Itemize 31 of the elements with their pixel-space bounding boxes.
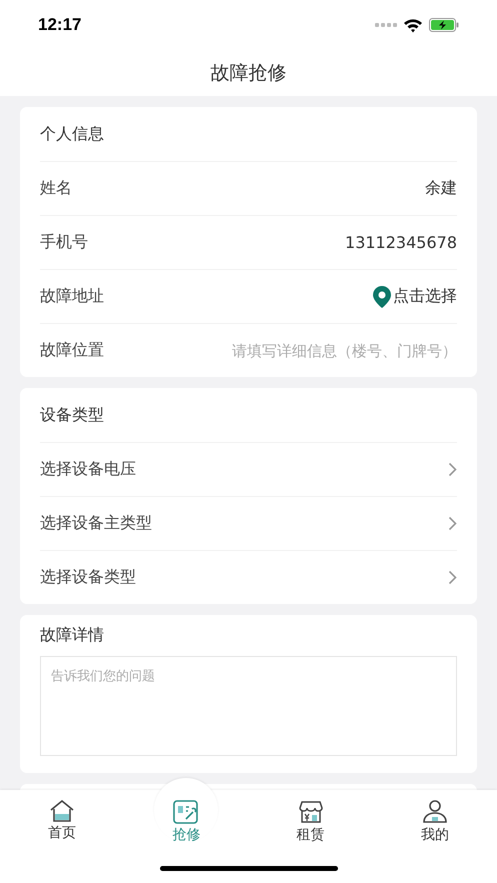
tab[interactable]: 我的 — [372, 790, 497, 866]
chevron-right-icon — [448, 570, 457, 585]
tab[interactable]: 首页 — [0, 790, 124, 866]
shop-icon — [298, 800, 324, 824]
text-area[interactable]: 告诉我们您的问题 — [40, 656, 457, 756]
chevron-right-icon — [448, 462, 457, 477]
tab[interactable]: 租赁 — [248, 790, 373, 866]
chevron-right-icon — [448, 516, 457, 531]
select-row[interactable]: 选择设备电压 — [40, 442, 457, 496]
location-pin-icon — [373, 286, 391, 308]
location-picker[interactable]: 点击选择 — [373, 286, 457, 308]
field-value: 余建 — [425, 178, 457, 199]
repair-form-icon — [173, 800, 200, 824]
wifi-icon — [403, 18, 423, 32]
person-icon — [422, 800, 448, 824]
status-time: 12:17 — [38, 15, 82, 35]
tab[interactable]: 抢修 — [124, 790, 248, 866]
house-icon — [49, 800, 76, 822]
section-title: 个人信息 — [40, 122, 105, 144]
field-label: 姓名 — [40, 178, 72, 199]
field-value: 13112345678 — [345, 233, 457, 252]
battery-icon — [429, 18, 459, 32]
select-row[interactable]: 选择设备类型 — [40, 550, 457, 604]
signal-icon — [375, 23, 397, 27]
section-title: 设备类型 — [40, 404, 105, 426]
field-label: 故障地址 — [40, 286, 104, 307]
section-title: 故障详情 — [40, 624, 105, 646]
page-title: 故障抢修 — [210, 61, 286, 86]
field-label: 手机号 — [40, 232, 88, 253]
select-row[interactable]: 选择设备主类型 — [40, 496, 457, 550]
field-label: 故障位置 — [40, 340, 104, 361]
